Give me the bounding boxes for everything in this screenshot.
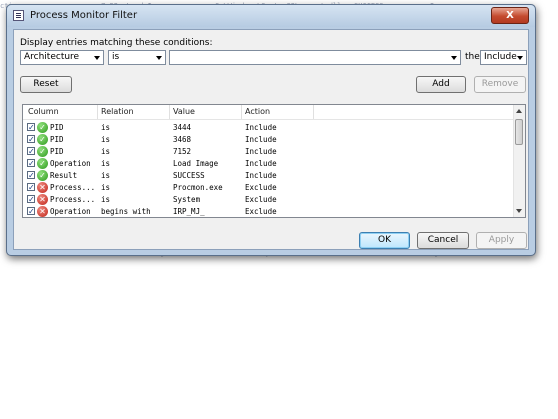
cell-column: PID [50, 147, 64, 156]
row-checkbox[interactable]: ✓ [27, 159, 35, 168]
close-button[interactable]: X [491, 7, 529, 24]
relation-select-value: is [112, 52, 120, 62]
exclude-x-icon: ✕ [37, 194, 48, 205]
include-check-icon: ✓ [37, 122, 48, 133]
column-header[interactable]: Column [28, 107, 59, 116]
filter-list[interactable]: Column Relation Value Action ✓ ✓ PID is 3444… [22, 104, 526, 218]
title-bar[interactable]: Process Monitor Filter X [7, 5, 535, 27]
cell-relation: is [101, 195, 111, 204]
action-header[interactable]: Action [245, 107, 270, 116]
scroll-up-icon[interactable] [516, 109, 522, 113]
include-check-icon: ✓ [37, 146, 48, 157]
relation-header[interactable]: Relation [101, 107, 134, 116]
chevron-down-icon [517, 56, 523, 60]
row-checkbox[interactable]: ✓ [27, 207, 35, 216]
cell-value: IRP_MJ_ [173, 207, 205, 216]
add-button[interactable]: Add [416, 76, 466, 93]
table-row[interactable]: ✓ ✕ Process... is System Exclude [23, 194, 515, 206]
cell-action: Include [245, 171, 277, 180]
cell-value: SUCCESS [173, 171, 205, 180]
cell-relation: is [101, 159, 111, 168]
exclude-x-icon: ✕ [37, 182, 48, 193]
scroll-thumb[interactable] [515, 119, 523, 145]
table-row[interactable]: ✓ ✓ Operation is Load Image Include [23, 158, 515, 170]
cell-value: Load Image [173, 159, 219, 168]
table-row[interactable]: ✓ ✓ PID is 3444 Include [23, 122, 515, 134]
table-row[interactable]: ✓ ✕ Operation begins with IRP_MJ_ Exclude [23, 206, 515, 217]
cell-relation: is [101, 135, 111, 144]
app-icon [13, 10, 24, 21]
table-row[interactable]: ✓ ✕ Process... is Procmon.exe Exclude [23, 182, 515, 194]
row-checkbox[interactable]: ✓ [27, 171, 35, 180]
cell-column: Result [50, 171, 78, 180]
cell-value: Procmon.exe [173, 183, 223, 192]
exclude-x-icon: ✕ [37, 206, 48, 217]
action-select[interactable]: Include [480, 50, 527, 65]
vertical-scrollbar[interactable] [513, 105, 525, 217]
chevron-down-icon [94, 56, 100, 60]
cell-relation: begins with [101, 207, 151, 216]
cell-action: Exclude [245, 195, 277, 204]
column-select-value: Architecture [24, 52, 80, 62]
dialog-body: Display entries matching these condition… [13, 29, 529, 250]
cell-action: Include [245, 123, 277, 132]
cell-column: PID [50, 135, 64, 144]
cell-action: Include [245, 135, 277, 144]
chevron-down-icon [451, 56, 457, 60]
ok-button[interactable]: OK [359, 232, 410, 249]
cell-relation: is [101, 171, 111, 180]
cell-relation: is [101, 123, 111, 132]
table-row[interactable]: ✓ ✓ PID is 3468 Include [23, 134, 515, 146]
cell-action: Exclude [245, 183, 277, 192]
value-select[interactable] [169, 50, 461, 65]
include-check-icon: ✓ [37, 158, 48, 169]
conditions-label: Display entries matching these condition… [20, 38, 213, 48]
apply-button[interactable]: Apply [476, 232, 527, 249]
include-check-icon: ✓ [37, 170, 48, 181]
cell-column: Operation [50, 207, 91, 216]
cell-column: PID [50, 123, 64, 132]
cell-action: Include [245, 159, 277, 168]
remove-button[interactable]: Remove [474, 76, 526, 93]
row-checkbox[interactable]: ✓ [27, 195, 35, 204]
row-checkbox[interactable]: ✓ [27, 123, 35, 132]
reset-button[interactable]: Reset [20, 76, 72, 93]
include-check-icon: ✓ [37, 134, 48, 145]
table-row[interactable]: ✓ ✓ PID is 7152 Include [23, 146, 515, 158]
cell-column: Process... [50, 183, 96, 192]
value-header[interactable]: Value [173, 107, 195, 116]
cell-action: Include [245, 147, 277, 156]
row-checkbox[interactable]: ✓ [27, 147, 35, 156]
cell-action: Exclude [245, 207, 277, 216]
cell-value: 3468 [173, 135, 192, 144]
chevron-down-icon [156, 56, 162, 60]
cell-relation: is [101, 183, 111, 192]
relation-select[interactable]: is [108, 50, 166, 65]
list-header: Column Relation Value Action [23, 105, 514, 120]
cell-value: 7152 [173, 147, 192, 156]
cell-value: System [173, 195, 201, 204]
cell-column: Process... [50, 195, 96, 204]
table-row[interactable]: ✓ ✓ Result is SUCCESS Include [23, 170, 515, 182]
window-title: Process Monitor Filter [30, 10, 138, 21]
cell-relation: is [101, 147, 111, 156]
cell-value: 3444 [173, 123, 192, 132]
action-select-value: Include [484, 52, 517, 62]
row-checkbox[interactable]: ✓ [27, 135, 35, 144]
column-select[interactable]: Architecture [20, 50, 104, 65]
filter-dialog: Process Monitor Filter X Display entries… [6, 4, 536, 256]
row-checkbox[interactable]: ✓ [27, 183, 35, 192]
cancel-button[interactable]: Cancel [417, 232, 469, 249]
cell-column: Operation [50, 159, 91, 168]
scroll-down-icon[interactable] [516, 209, 522, 213]
